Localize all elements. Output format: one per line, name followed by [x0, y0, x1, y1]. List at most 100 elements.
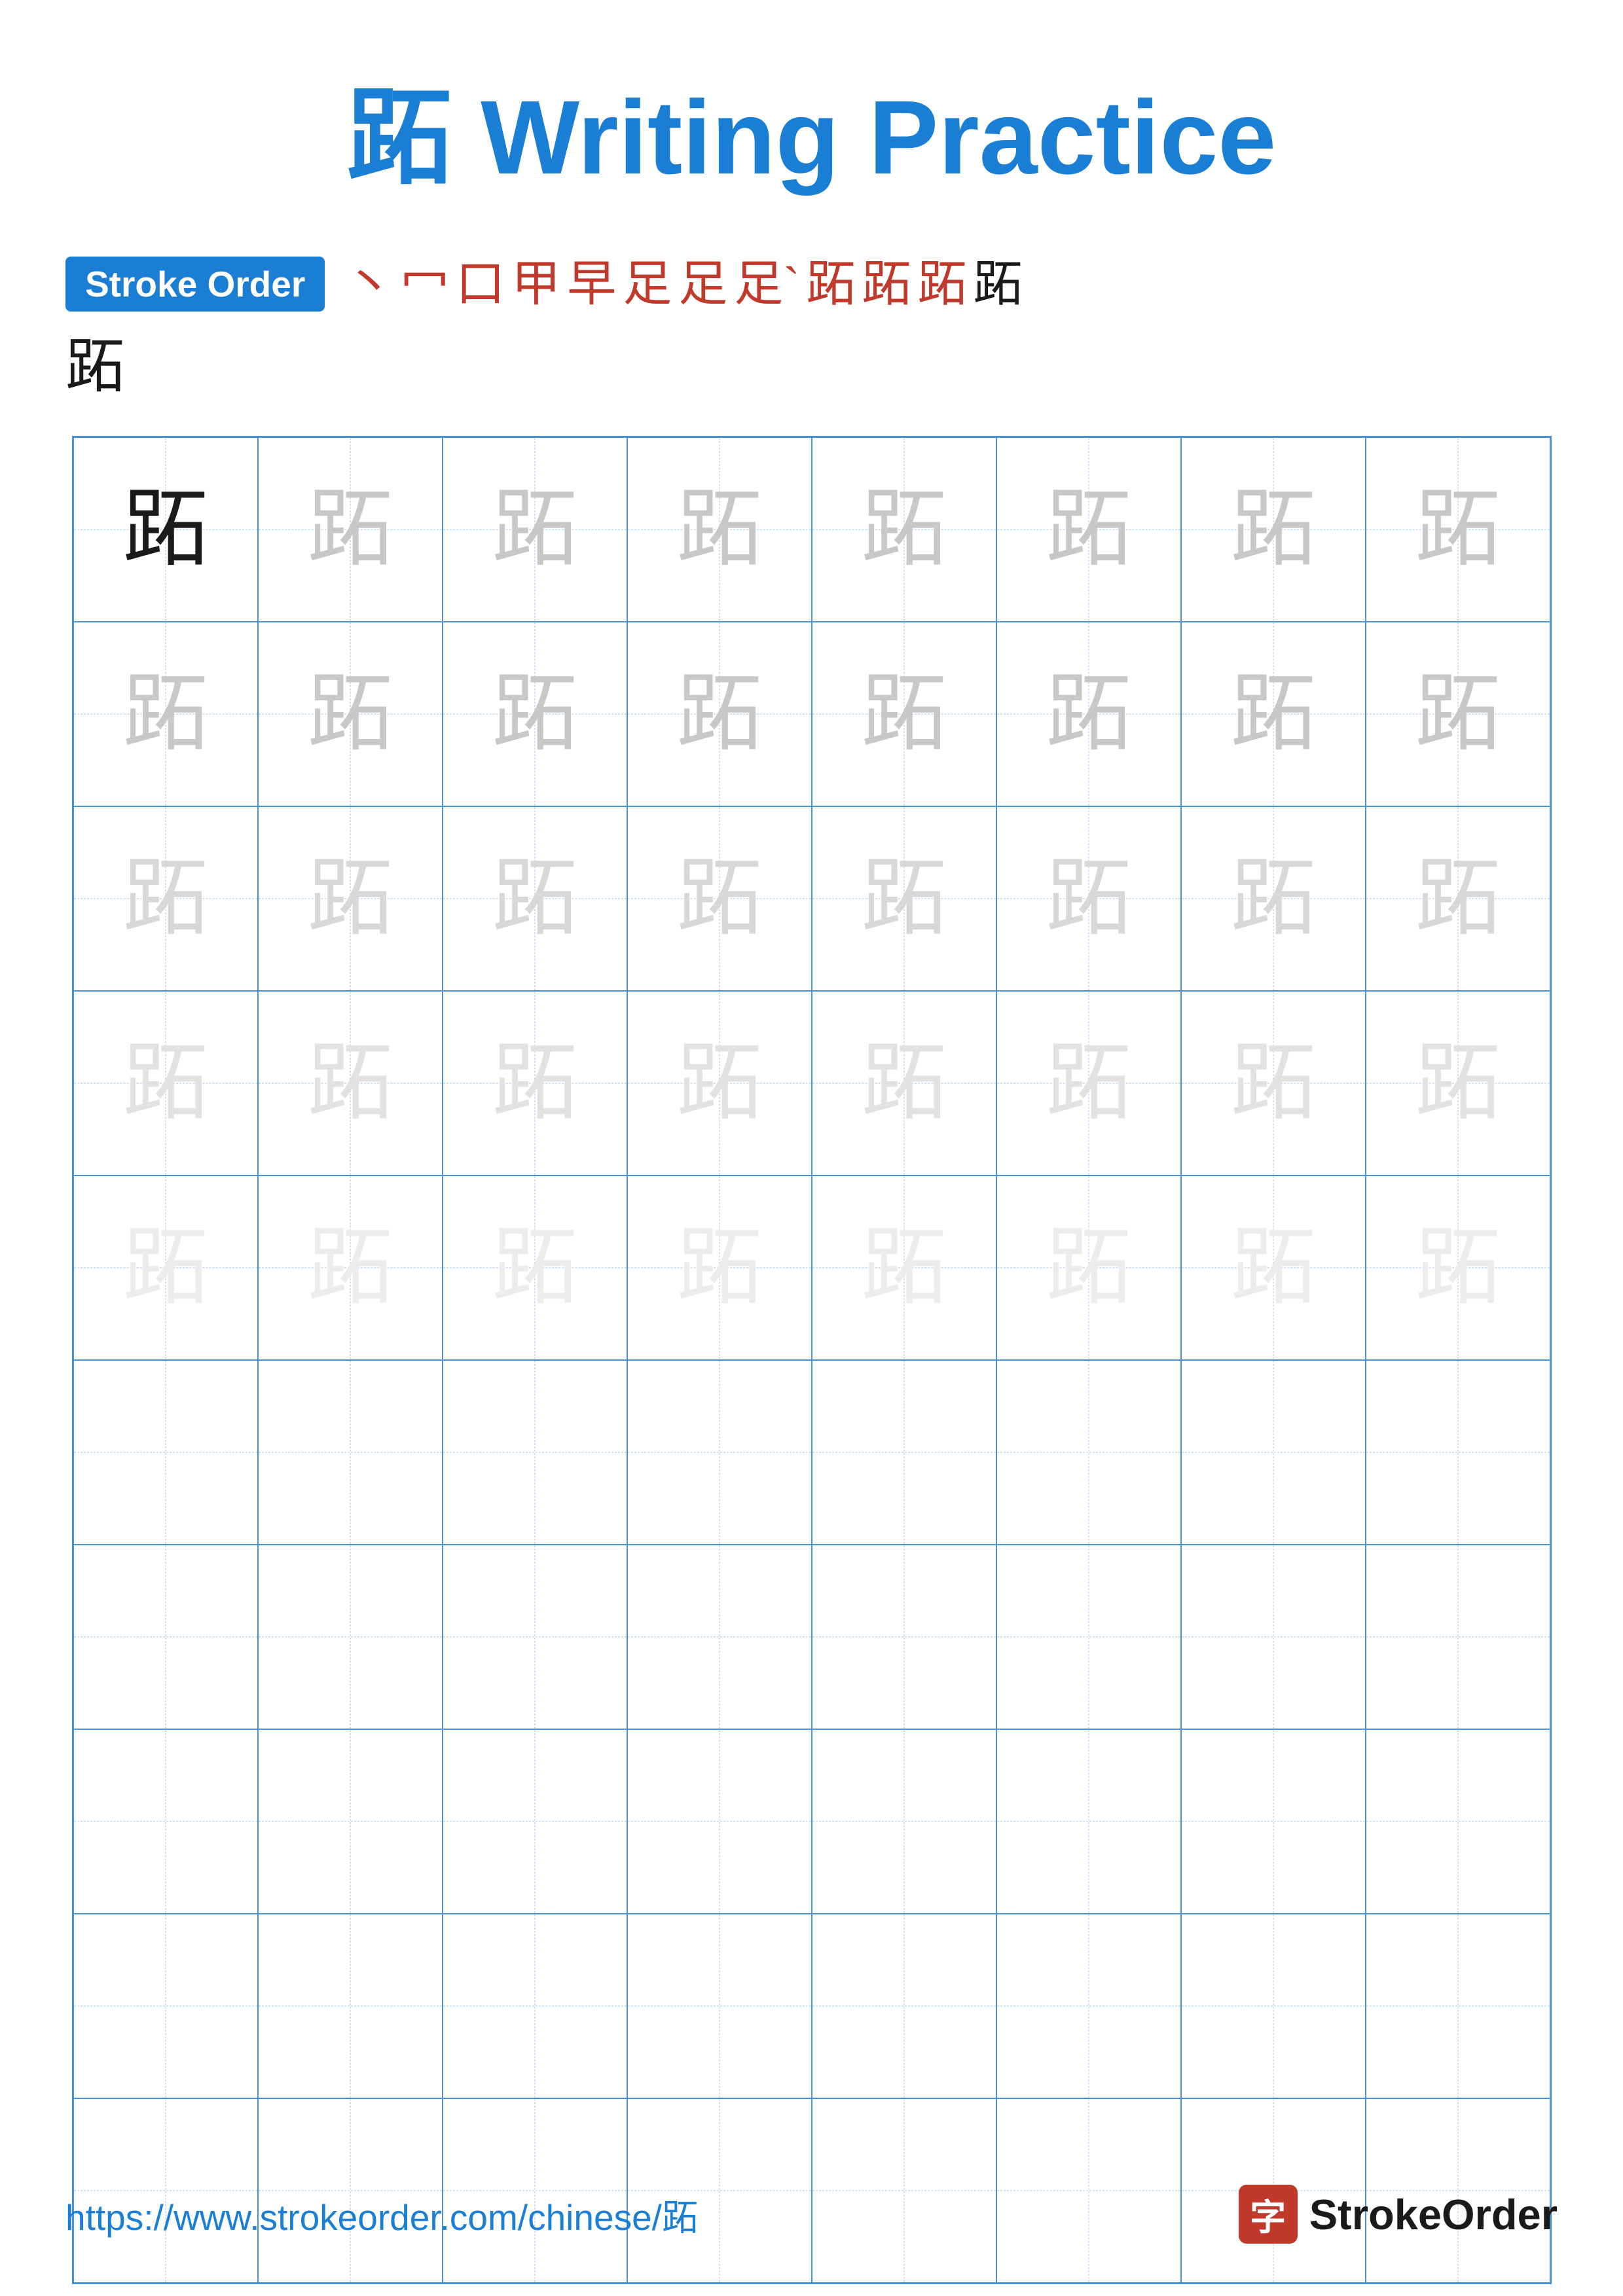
- grid-cell[interactable]: [258, 1545, 443, 1729]
- grid-cell: 跖: [1181, 1175, 1366, 1360]
- grid-cell[interactable]: [73, 1729, 258, 1914]
- grid-char: 跖: [492, 672, 577, 757]
- grid-cell[interactable]: [812, 1914, 996, 2098]
- grid-wrapper: 跖 跖 跖 跖 跖 跖 跖 跖 跖 跖 跖 跖 跖 跖 跖 跖 跖 跖 跖 跖 …: [65, 436, 1558, 2284]
- grid-cell: 跖: [627, 622, 812, 806]
- final-char: 跖: [65, 318, 124, 403]
- grid-cell[interactable]: [996, 1729, 1181, 1914]
- grid-cell[interactable]: [812, 1360, 996, 1545]
- grid-char: 跖: [1230, 1041, 1315, 1126]
- grid-cell: 跖: [73, 622, 258, 806]
- grid-cell[interactable]: [73, 1360, 258, 1545]
- grid-char: 跖: [1230, 672, 1315, 757]
- grid-char: 跖: [861, 856, 946, 941]
- grid-cell[interactable]: [443, 1360, 627, 1545]
- grid-cell[interactable]: [258, 1360, 443, 1545]
- stroke-2: 冖: [400, 260, 449, 309]
- grid-cell[interactable]: [627, 1729, 812, 1914]
- grid-cell: 跖: [812, 991, 996, 1175]
- grid-cell[interactable]: [1181, 1545, 1366, 1729]
- grid-cell: 跖: [443, 806, 627, 991]
- grid-cell[interactable]: [812, 1729, 996, 1914]
- grid-cell[interactable]: [996, 1545, 1181, 1729]
- grid-cell: 跖: [258, 1175, 443, 1360]
- grid-char: 跖: [1046, 1225, 1131, 1310]
- grid-cell: 跖: [812, 806, 996, 991]
- grid-cell[interactable]: [443, 1729, 627, 1914]
- grid-cell[interactable]: [1181, 1914, 1366, 2098]
- grid-cell[interactable]: [258, 1914, 443, 2098]
- footer-brand: 字 StrokeOrder: [1239, 2185, 1558, 2244]
- grid-cell: 跖: [1366, 437, 1550, 622]
- grid-cell[interactable]: [258, 1729, 443, 1914]
- footer: https://www.strokeorder.com/chinese/跖 字 …: [65, 2185, 1558, 2244]
- practice-grid: 跖 跖 跖 跖 跖 跖 跖 跖 跖 跖 跖 跖 跖 跖 跖 跖 跖 跖 跖 跖 …: [72, 436, 1552, 2284]
- grid-cell[interactable]: [1181, 1729, 1366, 1914]
- grid-char: 跖: [122, 672, 208, 757]
- grid-char: 跖: [1415, 1041, 1500, 1126]
- grid-cell[interactable]: [73, 1545, 258, 1729]
- grid-char: 跖: [122, 1225, 208, 1310]
- grid-char: 跖: [1415, 856, 1500, 941]
- grid-char: 跖: [676, 672, 761, 757]
- grid-char: 跖: [861, 672, 946, 757]
- stroke-sequence: 丶 冖 口 甲 早 足 足 足` 跖 跖 跖 跖: [344, 260, 1022, 309]
- grid-cell[interactable]: [443, 1545, 627, 1729]
- stroke-1: 丶: [344, 260, 393, 309]
- grid-cell[interactable]: [996, 1914, 1181, 2098]
- grid-cell[interactable]: [627, 1360, 812, 1545]
- grid-char: 跖: [1415, 672, 1500, 757]
- brand-icon: 字: [1239, 2185, 1298, 2244]
- grid-char: 跖: [122, 1041, 208, 1126]
- grid-cell: 跖: [627, 1175, 812, 1360]
- grid-char: 跖: [1046, 672, 1131, 757]
- grid-cell[interactable]: [73, 1914, 258, 2098]
- stroke-10: 跖: [862, 260, 911, 309]
- grid-cell[interactable]: [996, 1360, 1181, 1545]
- grid-char: 跖: [676, 856, 761, 941]
- grid-char: 跖: [861, 487, 946, 572]
- grid-cell[interactable]: [1366, 1545, 1550, 1729]
- grid-cell: 跖: [443, 1175, 627, 1360]
- grid-cell: 跖: [1366, 1175, 1550, 1360]
- brand-name: StrokeOrder: [1309, 2190, 1558, 2239]
- stroke-5: 早: [567, 260, 616, 309]
- grid-cell[interactable]: [443, 1914, 627, 2098]
- grid-char: 跖: [1046, 1041, 1131, 1126]
- grid-cell: 跖: [1366, 806, 1550, 991]
- grid-cell: 跖: [996, 806, 1181, 991]
- grid-char: 跖: [676, 1041, 761, 1126]
- stroke-12: 跖: [973, 260, 1022, 309]
- grid-cell: 跖: [258, 991, 443, 1175]
- grid-cell: 跖: [1366, 622, 1550, 806]
- grid-char: 跖: [307, 487, 392, 572]
- grid-cell[interactable]: [1366, 1914, 1550, 2098]
- page-title: 跖 Writing Practice: [347, 52, 1277, 204]
- grid-cell[interactable]: [1181, 1360, 1366, 1545]
- grid-cell: 跖: [996, 622, 1181, 806]
- grid-char: 跖: [492, 1041, 577, 1126]
- grid-cell[interactable]: [627, 1914, 812, 2098]
- stroke-6: 足: [623, 260, 672, 309]
- grid-char: 跖: [1230, 1225, 1315, 1310]
- grid-char: 跖: [861, 1041, 946, 1126]
- grid-cell[interactable]: [1366, 1729, 1550, 1914]
- grid-cell[interactable]: [1366, 1360, 1550, 1545]
- stroke-7: 足: [678, 260, 727, 309]
- grid-char: 跖: [676, 1225, 761, 1310]
- grid-char: 跖: [492, 856, 577, 941]
- grid-cell[interactable]: [627, 1545, 812, 1729]
- grid-cell: 跖: [1181, 806, 1366, 991]
- grid-char: 跖: [492, 487, 577, 572]
- grid-cell: 跖: [627, 806, 812, 991]
- grid-cell: 跖: [73, 437, 258, 622]
- grid-cell: 跖: [1181, 991, 1366, 1175]
- footer-url: https://www.strokeorder.com/chinese/跖: [65, 2188, 698, 2240]
- stroke-11: 跖: [917, 260, 966, 309]
- grid-cell: 跖: [258, 622, 443, 806]
- grid-cell: 跖: [627, 437, 812, 622]
- grid-cell[interactable]: [812, 1545, 996, 1729]
- stroke-3: 口: [456, 260, 505, 309]
- grid-char: 跖: [1046, 856, 1131, 941]
- grid-cell: 跖: [996, 991, 1181, 1175]
